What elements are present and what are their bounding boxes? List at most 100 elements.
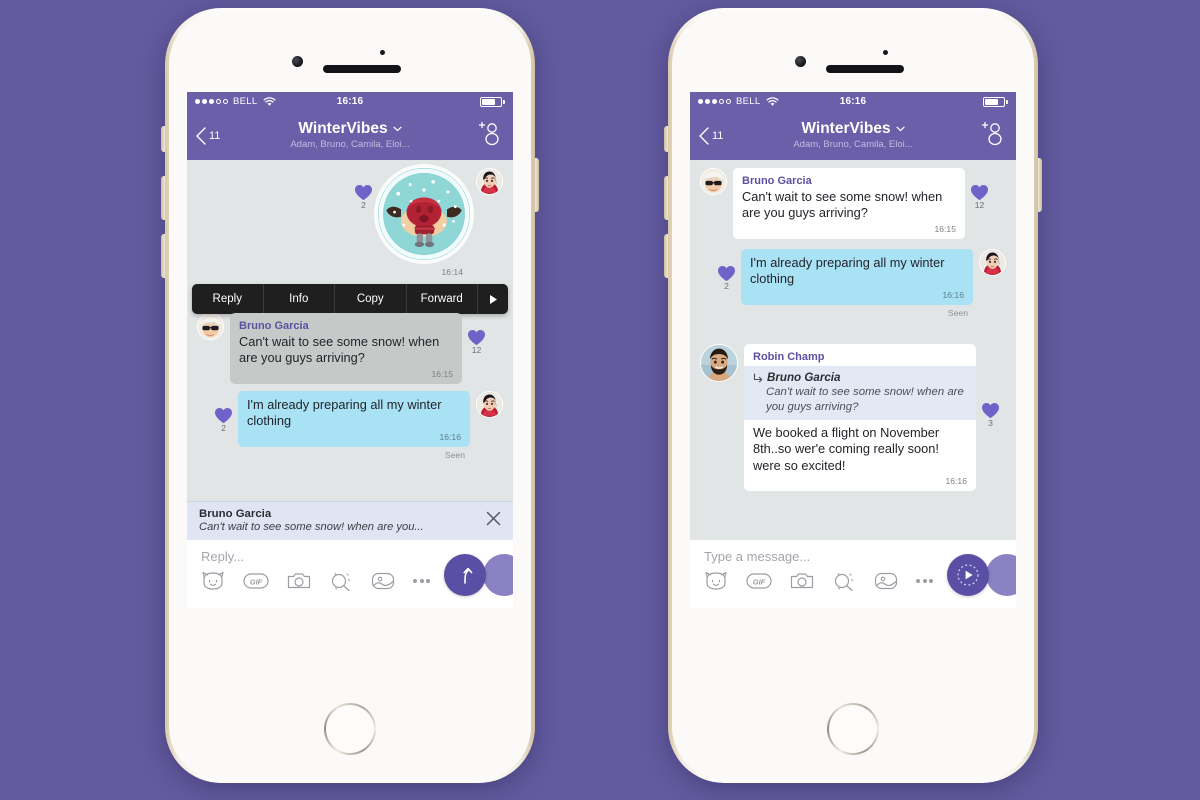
camera-icon[interactable]	[287, 571, 311, 591]
screen-left: BELL 16:16 11 WinterVibes Adam, Bruno, C…	[187, 92, 513, 608]
image-icon[interactable]	[874, 571, 898, 591]
reaction-badge[interactable]: 3	[981, 344, 1000, 428]
svg-text:GIF: GIF	[250, 578, 263, 587]
message-time: 16:16	[945, 476, 967, 487]
power-button[interactable]	[535, 158, 539, 212]
battery-icon	[480, 96, 505, 107]
composer-right[interactable]: Type a message... GIF	[690, 540, 1016, 608]
avatar[interactable]	[700, 343, 738, 382]
camera-icon[interactable]	[790, 571, 814, 591]
chat-header: 11 WinterVibes Adam, Bruno, Camila, Eloi…	[187, 111, 513, 160]
device-top-hardware	[672, 12, 1034, 92]
reaction-badge[interactable]: 2	[717, 249, 736, 291]
context-menu-reply[interactable]: Reply	[192, 284, 264, 314]
back-unread-count: 11	[209, 129, 221, 142]
svg-text:GIF: GIF	[753, 578, 766, 587]
silent-switch[interactable]	[161, 126, 165, 152]
context-menu-info[interactable]: Info	[264, 284, 335, 314]
status-bar: BELL 16:16	[690, 92, 1016, 111]
page-title: WinterVibes	[801, 120, 891, 138]
gif-icon[interactable]: GIF	[746, 571, 772, 591]
record-button[interactable]	[947, 554, 989, 596]
heart-icon	[971, 184, 988, 201]
quoted-sender: Bruno Garcia	[767, 370, 841, 384]
message-bubble[interactable]: Robin Champ Bruno Garcia Can't wait to s…	[744, 343, 976, 492]
message-row-incoming[interactable]: Bruno Garcia Can't wait to see some snow…	[197, 313, 503, 384]
silent-switch[interactable]	[664, 126, 668, 152]
front-camera-icon	[795, 56, 806, 67]
doodle-icon[interactable]	[329, 571, 353, 591]
close-icon	[486, 511, 501, 525]
message-row-outgoing[interactable]: 2 I'm already preparing all my winter cl…	[700, 248, 1006, 305]
more-icon[interactable]	[916, 579, 933, 583]
chevron-down-icon	[895, 126, 905, 132]
back-button[interactable]: 11	[194, 126, 221, 145]
avatar[interactable]	[700, 168, 727, 195]
reply-preview-name: Bruno Garcia	[199, 508, 272, 520]
message-list-left[interactable]: 2 16:14 Reply Info Copy Forward Bruno Ga…	[187, 160, 513, 501]
reaction-badge[interactable]: 2	[354, 168, 373, 210]
message-list-right[interactable]: Bruno Garcia Can't wait to see some snow…	[690, 160, 1016, 540]
message-time: 16:16	[942, 289, 964, 300]
message-row-incoming[interactable]: Bruno Garcia Can't wait to see some snow…	[700, 168, 1006, 239]
home-button[interactable]	[827, 703, 879, 755]
add-user-button[interactable]	[477, 120, 503, 151]
triangle-right-icon	[489, 294, 497, 304]
doodle-icon[interactable]	[832, 571, 856, 591]
volume-down-button[interactable]	[161, 234, 165, 278]
reply-preview-text: Can't wait to see some snow! when are yo…	[199, 521, 424, 533]
message-bubble[interactable]: I'm already preparing all my winter clot…	[238, 390, 470, 447]
chat-title-block[interactable]: WinterVibes Adam, Bruno, Camila, Eloi...	[290, 120, 409, 150]
add-user-button[interactable]	[980, 120, 1006, 151]
message-bubble[interactable]: I'm already preparing all my winter clot…	[741, 248, 973, 305]
close-reply-button[interactable]	[476, 511, 501, 531]
quoted-message[interactable]: Bruno Garcia Can't wait to see some snow…	[744, 365, 976, 420]
sticker-message-row[interactable]: 2	[197, 168, 503, 260]
send-arrow-icon	[463, 567, 473, 584]
heart-icon	[355, 184, 372, 201]
volume-down-button[interactable]	[664, 234, 668, 278]
message-bubble[interactable]: Bruno Garcia Can't wait to see some snow…	[230, 313, 462, 384]
message-text: We booked a flight on November 8th..so w…	[753, 424, 940, 473]
heart-icon	[718, 265, 735, 281]
chat-participants: Adam, Bruno, Camila, Eloi...	[290, 139, 410, 150]
snow-globe-pug-sticker[interactable]	[378, 168, 470, 260]
message-row-reply[interactable]: Robin Champ Bruno Garcia Can't wait to s…	[700, 343, 1006, 492]
avatar[interactable]	[476, 390, 503, 418]
composer-left[interactable]: Reply... GIF	[187, 540, 513, 608]
context-menu-forward[interactable]: Forward	[407, 284, 478, 314]
message-time: 16:15	[431, 368, 453, 379]
send-button[interactable]	[444, 554, 486, 596]
chat-title-block[interactable]: WinterVibes Adam, Bruno, Camila, Eloi...	[793, 120, 912, 150]
reply-arrow-icon	[753, 373, 763, 383]
home-button[interactable]	[324, 703, 376, 755]
message-text: Can't wait to see some snow! when are yo…	[742, 189, 943, 221]
avatar[interactable]	[476, 168, 503, 195]
back-button[interactable]: 11	[697, 126, 723, 145]
power-button[interactable]	[1038, 158, 1042, 212]
message-sender: Bruno Garcia	[239, 320, 309, 332]
avatar[interactable]	[979, 248, 1006, 276]
chat-header: 11 WinterVibes Adam, Bruno, Camila, Eloi…	[690, 111, 1016, 160]
message-row-outgoing[interactable]: 2 I'm already preparing all my winter cl…	[197, 390, 503, 447]
volume-up-button[interactable]	[664, 176, 668, 220]
earpiece-speaker-icon	[323, 65, 401, 73]
context-menu-more-button[interactable]	[478, 284, 508, 314]
reaction-count: 2	[361, 200, 366, 210]
gif-icon[interactable]: GIF	[243, 571, 269, 591]
message-bubble[interactable]: Bruno Garcia Can't wait to see some snow…	[733, 168, 965, 239]
reaction-count: 12	[471, 345, 482, 355]
sticker-cat-icon[interactable]	[704, 571, 728, 591]
screen-right: BELL 16:16 11 WinterVibes Adam, Bruno, C…	[690, 92, 1016, 608]
context-menu-copy[interactable]: Copy	[335, 284, 407, 314]
sticker-cat-icon[interactable]	[201, 571, 225, 591]
avatar[interactable]	[197, 313, 224, 340]
more-icon[interactable]	[413, 579, 430, 583]
reaction-badge[interactable]: 12	[467, 313, 486, 355]
message-text: Can't wait to see some snow! when are yo…	[239, 334, 440, 366]
image-icon[interactable]	[371, 571, 395, 591]
volume-up-button[interactable]	[161, 176, 165, 220]
reaction-badge[interactable]: 2	[214, 391, 233, 433]
message-context-menu[interactable]: Reply Info Copy Forward	[192, 284, 508, 321]
reaction-badge[interactable]: 12	[970, 168, 989, 210]
